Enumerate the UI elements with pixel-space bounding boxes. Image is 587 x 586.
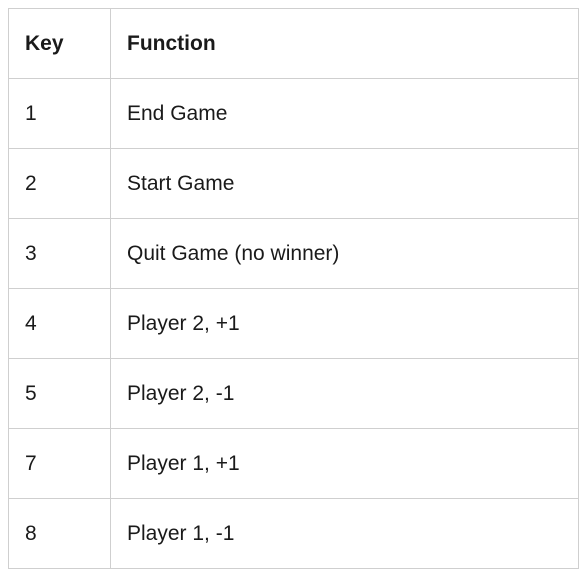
cell-function: Player 2, +1 — [111, 289, 579, 359]
cell-key: 2 — [9, 149, 111, 219]
cell-function: Player 1, -1 — [111, 499, 579, 569]
cell-key: 5 — [9, 359, 111, 429]
cell-function: Player 2, -1 — [111, 359, 579, 429]
cell-key: 4 — [9, 289, 111, 359]
cell-function: Start Game — [111, 149, 579, 219]
cell-key: 8 — [9, 499, 111, 569]
key-function-table: Key Function 1 End Game 2 Start Game 3 Q… — [8, 8, 579, 569]
table-row: 4 Player 2, +1 — [9, 289, 579, 359]
cell-key: 3 — [9, 219, 111, 289]
header-key: Key — [9, 9, 111, 79]
cell-function: End Game — [111, 79, 579, 149]
cell-key: 1 — [9, 79, 111, 149]
cell-key: 7 — [9, 429, 111, 499]
table-header-row: Key Function — [9, 9, 579, 79]
table-row: 5 Player 2, -1 — [9, 359, 579, 429]
cell-function: Quit Game (no winner) — [111, 219, 579, 289]
table-row: 7 Player 1, +1 — [9, 429, 579, 499]
table-row: 2 Start Game — [9, 149, 579, 219]
header-function: Function — [111, 9, 579, 79]
cell-function: Player 1, +1 — [111, 429, 579, 499]
table-row: 1 End Game — [9, 79, 579, 149]
table-row: 8 Player 1, -1 — [9, 499, 579, 569]
table-row: 3 Quit Game (no winner) — [9, 219, 579, 289]
